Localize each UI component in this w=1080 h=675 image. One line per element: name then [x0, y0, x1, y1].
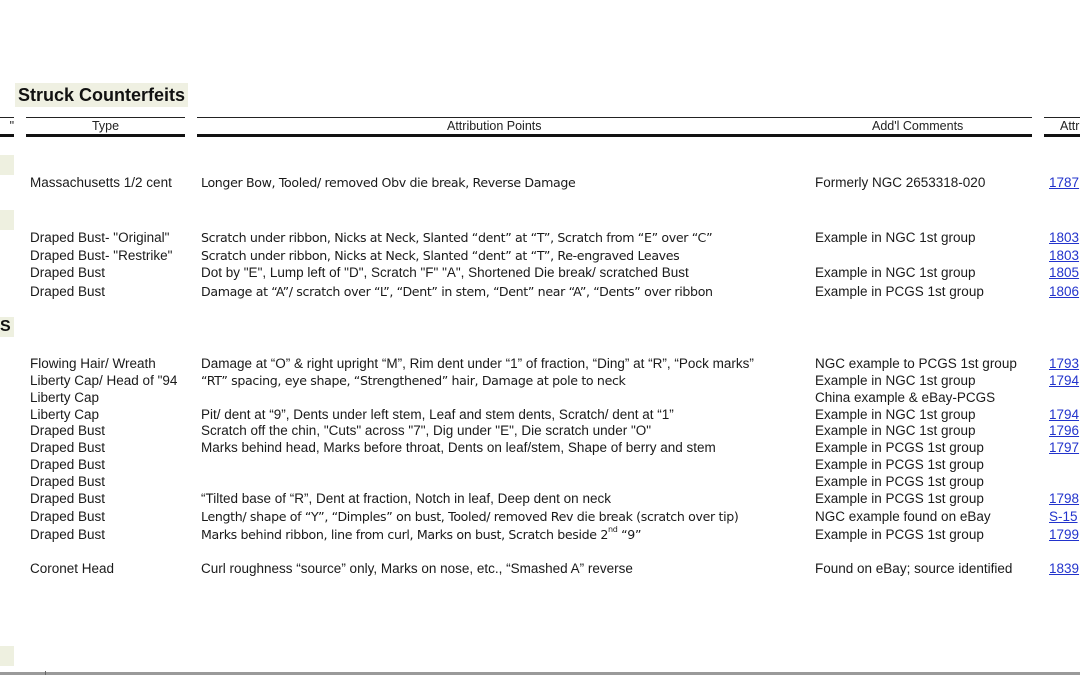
table-row: Liberty Cap China example & eBay-PCGS — [0, 389, 1080, 406]
type-cell: Draped Bust — [30, 265, 106, 280]
sheet-tab[interactable] — [45, 671, 96, 675]
table-row: Draped Bust Dot by "E", Lump left of "D"… — [0, 264, 1080, 281]
comments-cell: Example in NGC 1st group — [815, 423, 976, 438]
table-row: Massachusetts 1/2 cent Longer Bow, Toole… — [0, 174, 1080, 191]
comments-cell: Example in PCGS 1st group — [815, 527, 984, 542]
type-cell: Draped Bust- "Restrike" — [30, 248, 173, 263]
attribution-link[interactable]: 1805 — [1049, 264, 1079, 281]
comments-cell: NGC example to PCGS 1st group — [815, 356, 1017, 371]
section-title: Struck Counterfeits — [15, 83, 189, 107]
table-row: Draped Bust Scratch off the chin, "Cuts"… — [0, 422, 1080, 439]
comments-cell: Example in NGC 1st group — [815, 265, 976, 280]
attribution-cell: Pit/ dent at “9”, Dents under left stem,… — [201, 407, 674, 422]
attribution-cell: “RT” spacing, eye shape, “Strengthened” … — [201, 373, 626, 388]
attribution-link[interactable]: 1798 — [1049, 490, 1079, 507]
type-cell: Draped Bust — [30, 491, 106, 506]
attribution-link[interactable]: S-15 — [1049, 508, 1078, 525]
attribution-link[interactable]: 1803 — [1049, 229, 1079, 246]
attribution-cell: Scratch under ribbon, Nicks at Neck, Sla… — [201, 230, 713, 245]
attribution-link[interactable]: 1796 — [1049, 422, 1079, 439]
table-row: Draped Bust Marks behind ribbon, line fr… — [0, 526, 1080, 543]
header-type: Type — [26, 117, 185, 137]
attribution-cell: Longer Bow, Tooled/ removed Obv die brea… — [201, 175, 576, 190]
header-comments-label: Add'l Comments — [872, 119, 964, 133]
type-cell: Draped Bust — [30, 440, 106, 455]
comments-cell: Example in PCGS 1st group — [815, 457, 984, 472]
table-row: Draped Bust Length/ shape of “Y”, “Dimpl… — [0, 508, 1080, 525]
header-type-label: Type — [91, 119, 120, 133]
comments-cell: Example in PCGS 1st group — [815, 474, 984, 489]
attribution-link[interactable]: 1797 — [1049, 439, 1079, 456]
attribution-cell: Damage at “A”/ scratch over “L”, “Dent” … — [201, 284, 713, 299]
type-cell: Draped Bust — [30, 457, 106, 472]
attribution-link[interactable]: 1794 — [1049, 406, 1079, 423]
attribution-link[interactable]: 1839 — [1049, 560, 1079, 577]
attribution-link[interactable]: 1794 — [1049, 372, 1079, 389]
comments-cell: Example in PCGS 1st group — [815, 491, 984, 506]
table-row: Draped Bust- "Original" Scratch under ri… — [0, 229, 1080, 246]
header-attr: Attr — [1044, 117, 1080, 137]
comments-cell: Found on eBay; source identified — [815, 561, 1013, 576]
attribution-cell: Scratch under ribbon, Nicks at Neck, Sla… — [201, 248, 680, 263]
attribution-cell: Damage at “O” & right upright “M”, Rim d… — [201, 356, 754, 371]
table-row: Draped Bust Damage at “A”/ scratch over … — [0, 283, 1080, 300]
table-row: Draped Bust “Tilted base of “R”, Dent at… — [0, 490, 1080, 507]
type-cell: Draped Bust- "Original" — [30, 230, 170, 245]
attribution-cell: Length/ shape of “Y”, “Dimples” on bust,… — [201, 509, 739, 524]
attribution-link[interactable]: 1803 — [1049, 247, 1079, 264]
type-cell: Draped Bust — [30, 527, 106, 542]
type-cell: Draped Bust — [30, 474, 106, 489]
table-row: Draped Bust Marks behind head, Marks bef… — [0, 439, 1080, 456]
header-comments: Add'l Comments — [802, 117, 1032, 137]
table-row: Draped Bust Example in PCGS 1st group — [0, 473, 1080, 490]
table-row: Liberty Cap/ Head of "94 “RT” spacing, e… — [0, 372, 1080, 389]
attribution-link[interactable]: 1787 — [1049, 174, 1079, 191]
attribution-cell: Curl roughness “source” only, Marks on n… — [201, 561, 633, 576]
attribution-link[interactable]: 1806 — [1049, 283, 1079, 300]
comments-cell: Example in NGC 1st group — [815, 373, 976, 388]
type-cell: Draped Bust — [30, 509, 106, 524]
table-row: Flowing Hair/ Wreath Damage at “O” & rig… — [0, 355, 1080, 372]
attribution-cell: Marks behind ribbon, line from curl, Mar… — [201, 525, 642, 543]
comments-cell: NGC example found on eBay — [815, 509, 991, 524]
comments-cell: Example in PCGS 1st group — [815, 440, 984, 455]
attribution-cell: Marks behind head, Marks before throat, … — [201, 440, 716, 455]
type-cell: Flowing Hair/ Wreath — [30, 356, 156, 371]
type-cell: Draped Bust — [30, 423, 106, 438]
type-cell: Liberty Cap — [30, 407, 100, 422]
attribution-cell: “Tilted base of “R”, Dent at fraction, N… — [201, 491, 611, 506]
attribution-cell: Scratch off the chin, "Cuts" across "7",… — [201, 423, 652, 438]
comments-cell: Example in NGC 1st group — [815, 407, 976, 422]
section-band — [0, 155, 14, 175]
section-band — [0, 646, 14, 666]
attribution-link[interactable]: 1799 — [1049, 526, 1079, 543]
type-cell: Coronet Head — [30, 561, 115, 576]
table-row: Draped Bust Example in PCGS 1st group — [0, 456, 1080, 473]
table-row: Liberty Cap Pit/ dent at “9”, Dents unde… — [0, 406, 1080, 423]
comments-cell: Example in NGC 1st group — [815, 230, 976, 245]
attribution-link[interactable]: 1793 — [1049, 355, 1079, 372]
header-left-fragment: " — [0, 117, 14, 137]
header-attribution-points: Attribution Points — [197, 117, 802, 137]
header-attribution-label: Attribution Points — [447, 119, 542, 133]
type-cell: Draped Bust — [30, 284, 106, 299]
table-row: Coronet Head Curl roughness “source” onl… — [0, 560, 1080, 577]
table-row: Draped Bust- "Restrike" Scratch under ri… — [0, 247, 1080, 264]
header-attr-label: Attr — [1060, 119, 1080, 133]
type-cell: Liberty Cap — [30, 390, 100, 405]
comments-cell: Example in PCGS 1st group — [815, 284, 984, 299]
section-band-label: S — [0, 317, 14, 337]
comments-cell: Formerly NGC 2653318-020 — [815, 175, 986, 190]
comments-cell: China example & eBay-PCGS — [815, 390, 996, 405]
type-cell: Liberty Cap/ Head of "94 — [30, 373, 178, 388]
section-band — [0, 210, 14, 230]
attribution-cell: Dot by "E", Lump left of "D", Scratch "F… — [201, 265, 689, 280]
type-cell: Massachusetts 1/2 cent — [30, 175, 172, 190]
